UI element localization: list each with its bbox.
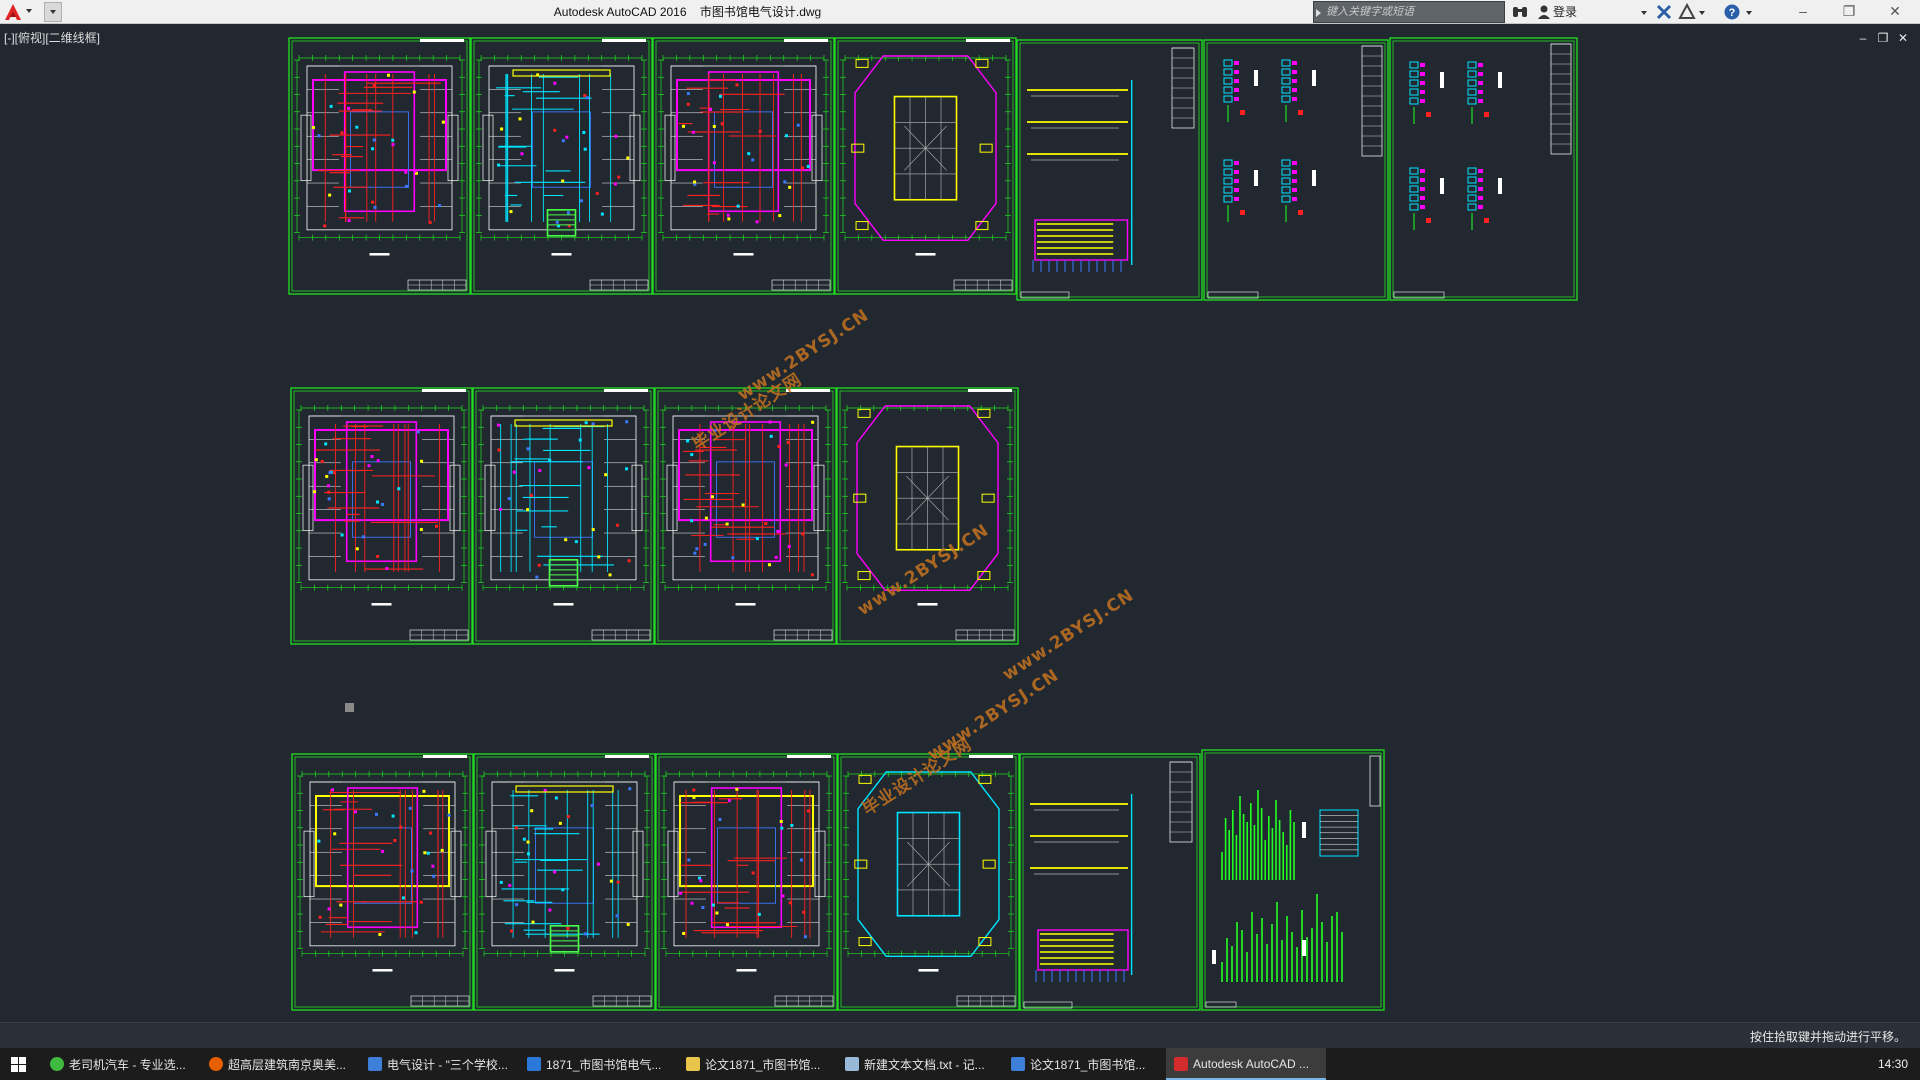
- sheet-r1-7[interactable]: [1389, 37, 1578, 301]
- windows-start-button[interactable]: [0, 1048, 36, 1080]
- taskbar-item-folder-2[interactable]: 论文1871_市图书馆...: [678, 1048, 831, 1080]
- sheet-r1-1[interactable]: [288, 37, 471, 295]
- taskbar-item-firefox[interactable]: 超高层建筑南京奥美...: [201, 1048, 354, 1080]
- sheet-r3-6[interactable]: [1201, 749, 1385, 1011]
- taskbar-item-word-1[interactable]: 电气设计 - "三个学校...: [360, 1048, 513, 1080]
- sheet-r2-1[interactable]: [290, 387, 473, 645]
- sheet-r2-2[interactable]: [472, 387, 655, 645]
- taskbar-item-label: 新建文本文档.txt - 记...: [864, 1057, 985, 1072]
- taskbar-item-notepad[interactable]: 新建文本文档.txt - 记...: [837, 1048, 997, 1080]
- sheet-r3-5[interactable]: [1019, 753, 1201, 1011]
- taskbar-item-label: 超高层建筑南京奥美...: [228, 1057, 347, 1072]
- taskbar-item-folder-1[interactable]: 1871_市图书馆电气...: [519, 1048, 672, 1080]
- taskbar-item-label: 电气设计 - "三个学校...: [387, 1057, 508, 1072]
- command-status-bar: 按住拾取键并拖动进行平移。: [0, 1022, 1920, 1048]
- sheet-r1-6[interactable]: [1203, 39, 1389, 301]
- windows-taskbar: 老司机汽车 - 专业选... 超高层建筑南京奥美... 电气设计 - "三个学校…: [0, 1048, 1920, 1080]
- taskbar-item-label: 论文1871_市图书馆...: [1030, 1057, 1146, 1072]
- sheet-r3-2[interactable]: [473, 753, 656, 1011]
- chrome-icon: [50, 1057, 64, 1071]
- taskbar-item-autocad[interactable]: Autodesk AutoCAD ...: [1166, 1048, 1326, 1080]
- sheet-r1-4[interactable]: [834, 37, 1017, 295]
- word-icon: [368, 1057, 382, 1071]
- sheet-r2-3[interactable]: [654, 387, 837, 645]
- sheet-r1-5[interactable]: [1016, 39, 1203, 301]
- sheet-r1-3[interactable]: [652, 37, 835, 295]
- taskbar-item-word-2[interactable]: 论文1871_市图书馆...: [1003, 1048, 1160, 1080]
- sheet-r1-2[interactable]: [470, 37, 653, 295]
- word-icon: [1011, 1057, 1025, 1071]
- sheet-r3-1[interactable]: [291, 753, 474, 1011]
- taskbar-item-label: 老司机汽车 - 专业选...: [69, 1057, 186, 1072]
- taskbar-item-chrome[interactable]: 老司机汽车 - 专业选...: [42, 1048, 195, 1080]
- autocad-icon: [1174, 1057, 1188, 1071]
- folder-icon: [686, 1057, 700, 1071]
- taskbar-item-label: Autodesk AutoCAD ...: [1193, 1057, 1310, 1071]
- notepad-icon: [845, 1057, 859, 1071]
- sheet-r3-3[interactable]: [655, 753, 838, 1011]
- status-message: 按住拾取键并拖动进行平移。: [1749, 1030, 1906, 1044]
- taskbar-item-label: 论文1871_市图书馆...: [705, 1057, 821, 1072]
- firefox-icon: [209, 1057, 223, 1071]
- system-clock: 14:30: [1877, 1057, 1908, 1071]
- taskbar-item-label: 1871_市图书馆电气...: [546, 1057, 662, 1072]
- folder-icon: [527, 1057, 541, 1071]
- crosshair-cursor: [345, 703, 354, 712]
- autocad-window: Autodesk AutoCAD 2016 市图书馆电气设计.dwg 登录 ?: [0, 0, 1920, 1080]
